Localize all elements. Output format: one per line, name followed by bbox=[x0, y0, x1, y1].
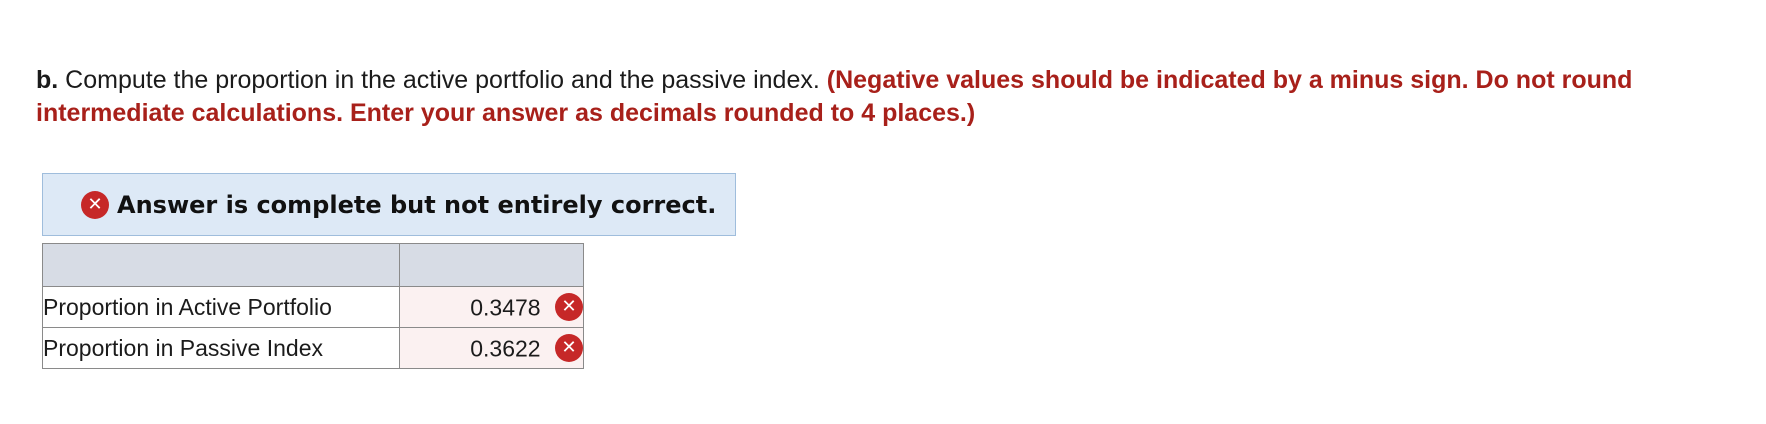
answer-cell-active-portfolio[interactable]: 0.3478 ✕ bbox=[399, 286, 584, 328]
answer-value: 0.3478 bbox=[470, 293, 541, 320]
table-row: Proportion in Passive Index 0.3622 ✕ bbox=[42, 327, 584, 369]
answer-value: 0.3622 bbox=[470, 334, 541, 361]
x-circle-icon: ✕ bbox=[81, 190, 109, 219]
answer-cell-passive-index[interactable]: 0.3622 ✕ bbox=[399, 327, 584, 369]
part-letter: b. bbox=[36, 66, 59, 94]
table-header-value bbox=[399, 243, 584, 287]
incorrect-x-icon: ✕ bbox=[555, 334, 583, 363]
question-prompt: Compute the proportion in the active por… bbox=[65, 66, 820, 94]
row-label-active-portfolio: Proportion in Active Portfolio bbox=[42, 286, 400, 328]
table-header-label bbox=[42, 243, 400, 287]
question-text: b. Compute the proportion in the active … bbox=[36, 64, 1736, 130]
row-label-passive-index: Proportion in Passive Index bbox=[42, 327, 400, 369]
table-row: Proportion in Active Portfolio 0.3478 ✕ bbox=[42, 286, 584, 328]
answer-table: Proportion in Active Portfolio 0.3478 ✕ … bbox=[42, 243, 584, 369]
feedback-message: Answer is complete but not entirely corr… bbox=[117, 190, 717, 219]
incorrect-x-icon: ✕ bbox=[555, 293, 583, 322]
feedback-banner: ✕ Answer is complete but not entirely co… bbox=[42, 173, 736, 236]
table-header-row bbox=[42, 243, 584, 287]
